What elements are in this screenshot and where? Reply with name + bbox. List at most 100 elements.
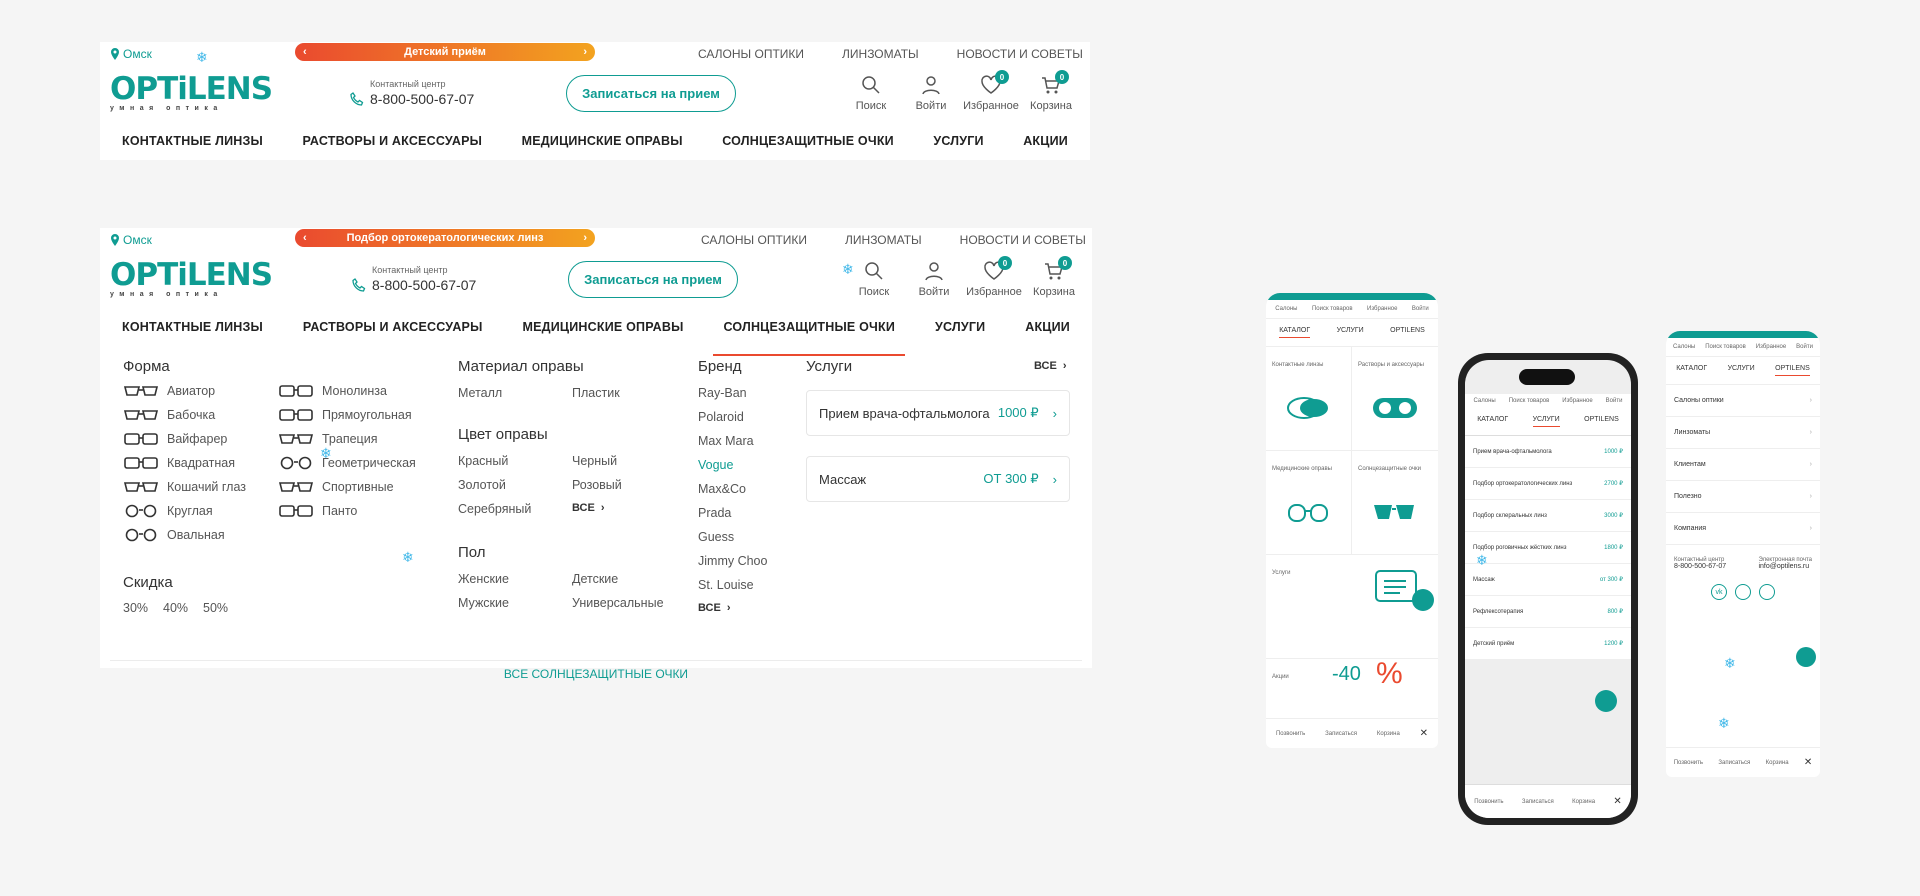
m-search[interactable]: Поиск товаров	[1705, 344, 1746, 350]
m-mail[interactable]: info@optilens.ru	[1758, 563, 1812, 570]
phone-number[interactable]: 8-800-500-67-07	[370, 91, 474, 107]
m-tab-catalog[interactable]: КАТАЛОГ	[1676, 365, 1707, 376]
nav-services[interactable]: УСЛУГИ	[933, 134, 983, 156]
shape-item[interactable]: Прямоугольная	[278, 408, 412, 422]
brand-item[interactable]: Jimmy Choo	[698, 554, 767, 568]
discount-40[interactable]: 40%	[163, 601, 188, 615]
colors-all-link[interactable]: ВСЕ ›	[572, 502, 604, 514]
close-icon[interactable]: ✕	[1613, 796, 1621, 807]
whatsapp-icon[interactable]	[1735, 584, 1751, 600]
login-button[interactable]: Войти	[901, 74, 961, 112]
nav-frames[interactable]: МЕДИЦИНСКИЕ ОПРАВЫ	[522, 134, 683, 156]
brand-item[interactable]: Vogue	[698, 458, 733, 472]
m-service-row[interactable]: Подбор роговичных жёстких линз 1800 ₽	[1465, 532, 1631, 564]
book-appointment-button[interactable]: Записаться на прием	[566, 75, 736, 112]
m-tile-frames[interactable]: Медицинские оправы	[1266, 451, 1352, 555]
nav-sales[interactable]: АКЦИИ	[1023, 134, 1068, 156]
m-favorites[interactable]: Избранное	[1367, 306, 1397, 312]
m-cart[interactable]: Корзина	[1377, 731, 1400, 737]
nav-contact-lenses[interactable]: КОНТАКТНЫЕ ЛИНЗЫ	[122, 320, 263, 342]
shape-item[interactable]: Монолинза	[278, 384, 387, 398]
nav-solutions[interactable]: РАСТВОРЫ И АКСЕССУАРЫ	[303, 320, 483, 342]
m-call[interactable]: Позвонить	[1674, 760, 1703, 766]
promo-banner[interactable]: ‹ Детский приём ›	[295, 43, 595, 61]
discount-50[interactable]: 50%	[203, 601, 228, 615]
color-red[interactable]: Красный	[458, 454, 508, 468]
close-icon[interactable]: ✕	[1420, 728, 1428, 739]
m-login[interactable]: Войти	[1606, 398, 1623, 404]
material-plastic[interactable]: Пластик	[572, 386, 620, 400]
chevron-right-icon[interactable]: ›	[583, 232, 587, 244]
m-service-row[interactable]: Подбор склеральных линз 3000 ₽	[1465, 500, 1631, 532]
brands-all-link[interactable]: ВСЕ ›	[698, 602, 730, 614]
service-card-ophthalmologist[interactable]: Прием врача-офтальмолога 1000 ₽ ›	[806, 390, 1070, 436]
m-service-row[interactable]: Детский приём 1200 ₽	[1465, 628, 1631, 660]
logo[interactable]: OPTiLENS умная оптика	[110, 260, 273, 300]
color-black[interactable]: Черный	[572, 454, 617, 468]
chat-bubble-icon[interactable]	[1595, 690, 1617, 712]
m-tile-sunglasses[interactable]: Солнцезащитные очки	[1352, 451, 1438, 555]
services-all-link[interactable]: ВСЕ ›	[1034, 360, 1066, 372]
brand-item[interactable]: Max&Co	[698, 482, 746, 496]
m-tab-optilens[interactable]: OPTILENS	[1390, 327, 1425, 338]
search-button[interactable]: Поиск	[841, 74, 901, 112]
m-book[interactable]: Записаться	[1325, 731, 1357, 737]
m-book[interactable]: Записаться	[1522, 799, 1554, 805]
m-menu-row[interactable]: Клиентам ›	[1666, 449, 1820, 481]
m-tab-services[interactable]: УСЛУГИ	[1532, 416, 1560, 427]
top-link-salons[interactable]: САЛОНЫ ОПТИКИ	[698, 47, 804, 61]
brand-item[interactable]: Ray-Ban	[698, 386, 747, 400]
all-sunglasses-link[interactable]: ВСЕ СОЛНЦЕЗАЩИТНЫЕ ОЧКИ	[110, 660, 1082, 681]
shape-item[interactable]: Круглая	[123, 504, 213, 518]
cart-button[interactable]: 0 Корзина	[1024, 256, 1084, 298]
m-service-row[interactable]: Рефлексотерапия 800 ₽	[1465, 596, 1631, 628]
m-service-row[interactable]: Подбор ортокератологических линз 2700 ₽	[1465, 468, 1631, 500]
gender-female[interactable]: Женские	[458, 572, 509, 586]
shape-item[interactable]: Авиатор	[123, 384, 215, 398]
m-login[interactable]: Войти	[1796, 344, 1813, 350]
material-metal[interactable]: Металл	[458, 386, 502, 400]
brand-item[interactable]: Prada	[698, 506, 731, 520]
gender-kids[interactable]: Детские	[572, 572, 618, 586]
city-selector[interactable]: Омск	[110, 47, 152, 61]
m-cart[interactable]: Корзина	[1766, 760, 1789, 766]
nav-frames[interactable]: МЕДИЦИНСКИЕ ОПРАВЫ	[522, 320, 683, 342]
m-salons[interactable]: Салоны	[1275, 306, 1297, 312]
m-menu-row[interactable]: Компания ›	[1666, 513, 1820, 545]
top-link-lensomats[interactable]: ЛИНЗОМАТЫ	[845, 233, 922, 247]
brand-item[interactable]: Polaroid	[698, 410, 744, 424]
m-service-row[interactable]: Массаж от 300 ₽	[1465, 564, 1631, 596]
m-book[interactable]: Записаться	[1718, 760, 1750, 766]
color-gold[interactable]: Золотой	[458, 478, 506, 492]
m-tab-catalog[interactable]: КАТАЛОГ	[1279, 327, 1311, 338]
shape-item[interactable]: Спортивные	[278, 480, 394, 494]
m-service-row[interactable]: Прием врача-офтальмолога 1000 ₽	[1465, 436, 1631, 468]
cart-button[interactable]: 0 Корзина	[1021, 70, 1081, 112]
brand-item[interactable]: Max Mara	[698, 434, 754, 448]
phone-number[interactable]: 8-800-500-67-07	[372, 277, 476, 293]
vk-icon[interactable]: vk	[1711, 584, 1727, 600]
top-link-lensomats[interactable]: ЛИНЗОМАТЫ	[842, 47, 919, 61]
book-appointment-button[interactable]: Записаться на прием	[568, 261, 738, 298]
nav-sunglasses[interactable]: СОЛНЦЕЗАЩИТНЫЕ ОЧКИ	[713, 320, 905, 356]
brand-item[interactable]: St. Louise	[698, 578, 754, 592]
chat-bubble-icon[interactable]	[1796, 647, 1816, 667]
m-favorites[interactable]: Избранное	[1562, 398, 1592, 404]
m-search[interactable]: Поиск товаров	[1312, 306, 1353, 312]
shape-item[interactable]: Панто	[278, 504, 357, 518]
chevron-right-icon[interactable]: ›	[583, 46, 587, 58]
m-menu-row[interactable]: Линзоматы ›	[1666, 417, 1820, 449]
m-menu-row[interactable]: Салоны оптики ›	[1666, 385, 1820, 417]
m-call[interactable]: Позвонить	[1474, 799, 1503, 805]
shape-item[interactable]: Кошачий глаз	[123, 480, 246, 494]
m-tab-services[interactable]: УСЛУГИ	[1728, 365, 1755, 376]
m-call[interactable]: Позвонить	[1276, 731, 1305, 737]
m-phone[interactable]: 8-800-500-67-07	[1674, 563, 1726, 570]
top-link-news[interactable]: НОВОСТИ И СОВЕТЫ	[960, 233, 1086, 247]
shape-item[interactable]: Квадратная	[123, 456, 235, 470]
favorites-button[interactable]: 0 Избранное	[961, 70, 1021, 112]
chat-bubble-icon[interactable]	[1412, 589, 1434, 611]
shape-item[interactable]: Геометрическая	[278, 456, 416, 470]
shape-item[interactable]: Овальная	[123, 528, 225, 542]
login-button[interactable]: Войти	[904, 260, 964, 298]
